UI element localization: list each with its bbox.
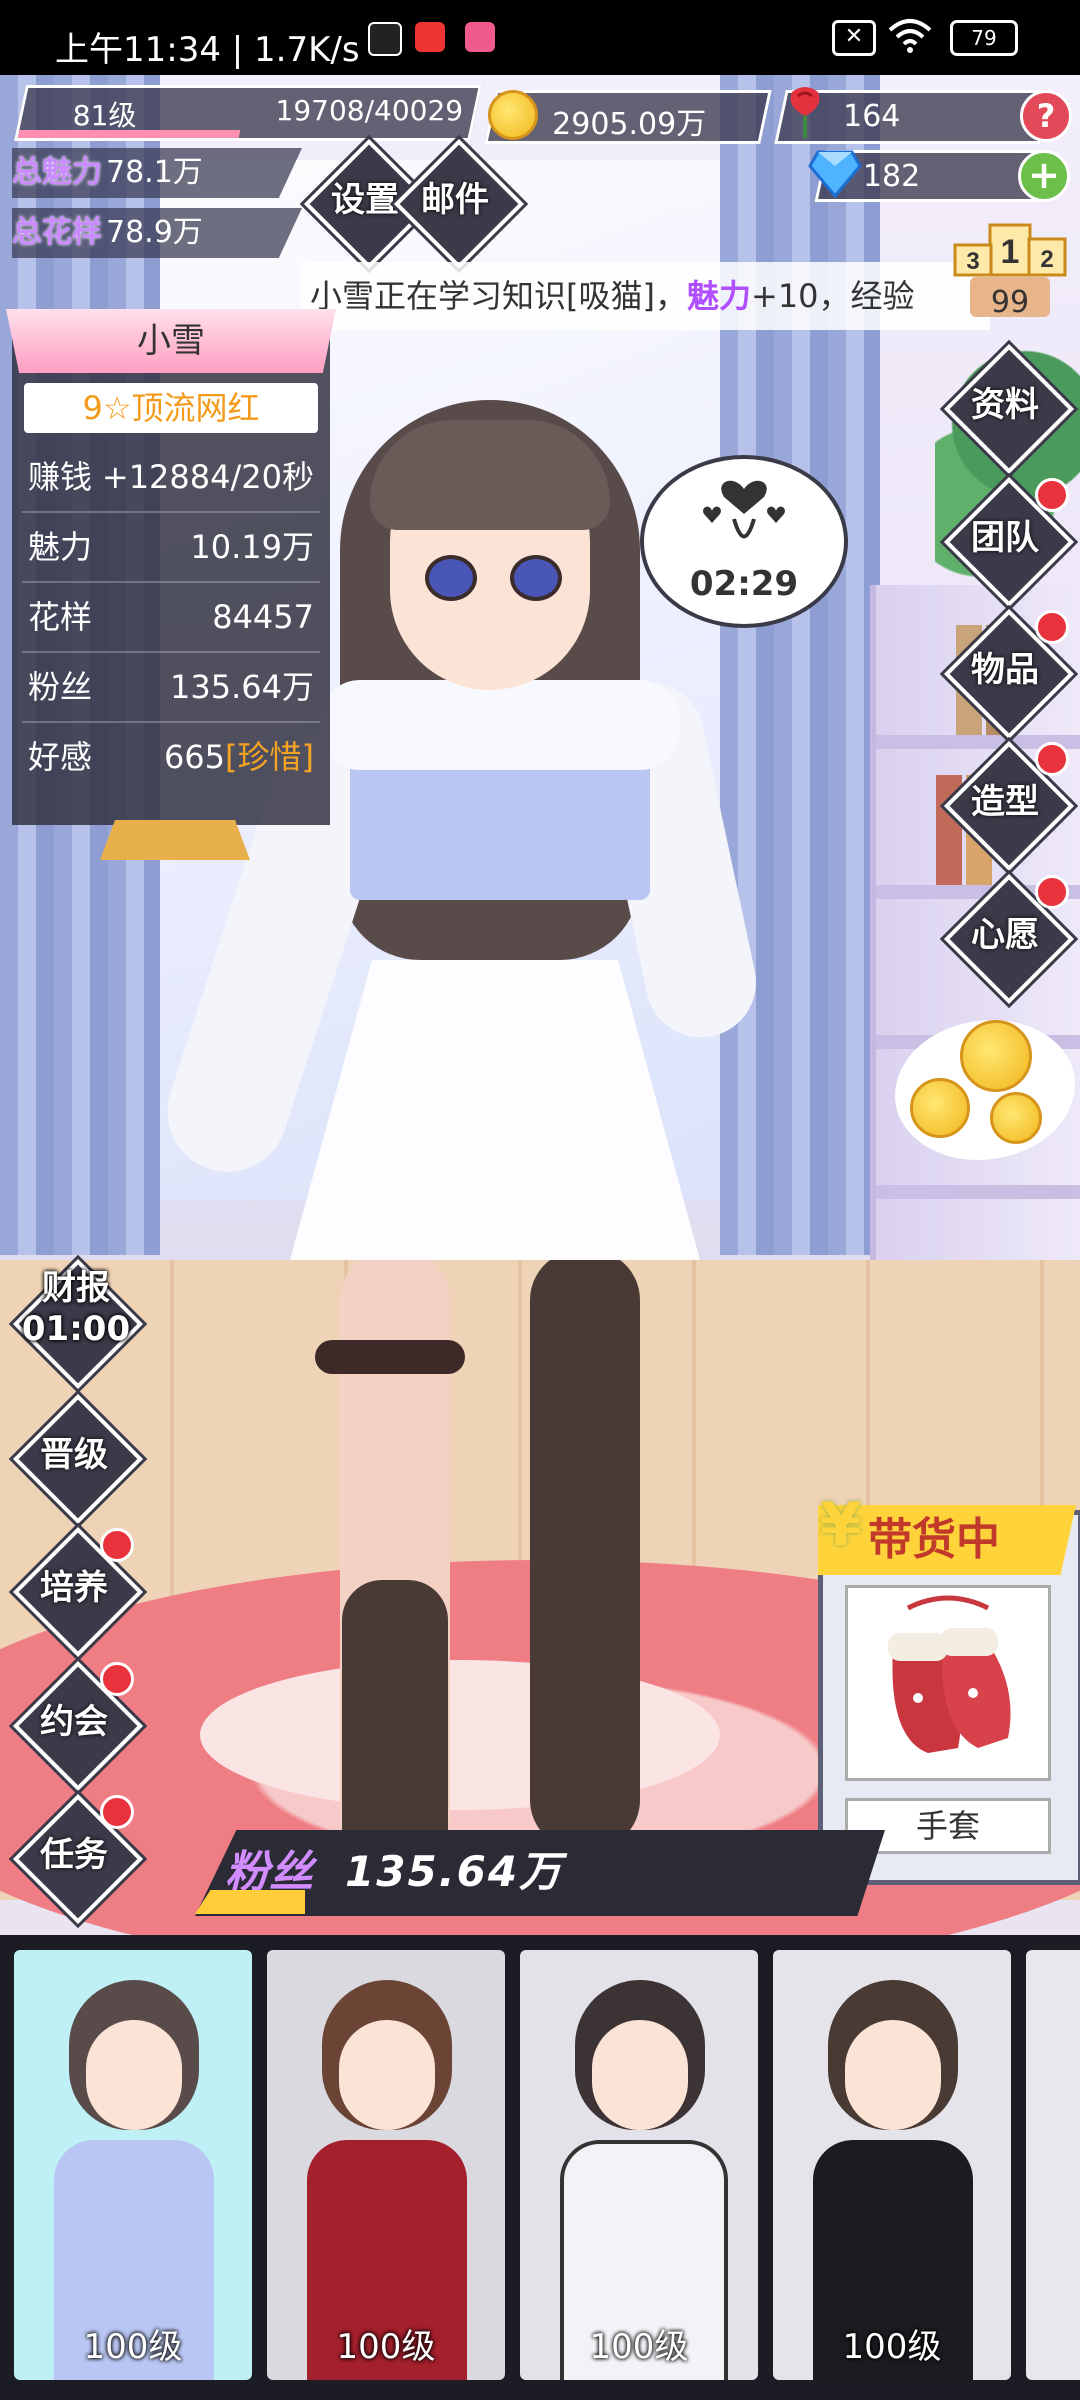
total-pattern-label: 总花样 bbox=[12, 215, 102, 250]
coin-icon bbox=[990, 1092, 1042, 1144]
promotion-button[interactable]: 晋级 bbox=[12, 1393, 144, 1525]
financial-report-timer: 01:00 bbox=[21, 1309, 131, 1349]
player-exp: 19708/40029 bbox=[275, 94, 464, 127]
styling-notification-dot bbox=[1035, 742, 1069, 776]
ticker-text-post: +10，经验 bbox=[751, 277, 915, 315]
rank-number: 99 bbox=[990, 285, 1030, 320]
add-diamond-button[interactable]: + bbox=[1018, 150, 1070, 202]
gold-coin-icon bbox=[488, 90, 538, 140]
character-card-4[interactable]: 100级 bbox=[773, 1950, 1011, 2380]
level-exp-bar: 81级 19708/40029 bbox=[14, 85, 482, 141]
character-eye-right bbox=[510, 555, 562, 601]
training-notification-dot bbox=[100, 1528, 134, 1562]
action-timer: 02:29 bbox=[689, 564, 799, 604]
character-leg-right bbox=[530, 1250, 640, 1850]
tasks-notification-dot bbox=[100, 1795, 134, 1829]
rose-icon bbox=[790, 87, 820, 138]
character-card-5-partial[interactable] bbox=[1026, 1950, 1080, 2380]
total-pattern-value: 78.9万 bbox=[106, 215, 203, 250]
wifi-icon bbox=[888, 19, 932, 53]
help-button[interactable]: ? bbox=[1020, 90, 1072, 142]
wish-notification-dot bbox=[1035, 875, 1069, 909]
total-pattern: 总花样 78.9万 bbox=[12, 208, 302, 258]
character-name: 小雪 bbox=[6, 309, 336, 373]
gold-value: 2905.09万 bbox=[552, 107, 707, 142]
yen-icon: ¥ bbox=[820, 1490, 862, 1560]
heart-hand-icon bbox=[703, 480, 785, 539]
fans-value: 135.64万 bbox=[345, 1847, 564, 1896]
card-level: 100级 bbox=[589, 2327, 689, 2367]
character-card-3[interactable]: 100级 bbox=[520, 1950, 758, 2380]
financial-report-label: 财报 01:00 bbox=[6, 1260, 146, 1349]
character-bangs bbox=[370, 420, 610, 530]
mail-button[interactable]: 邮件 bbox=[393, 138, 525, 270]
team-notification-dot bbox=[1035, 478, 1069, 512]
action-timer-bubble[interactable]: 02:29 bbox=[640, 455, 848, 628]
character-ruffle bbox=[320, 680, 680, 770]
svg-text:1: 1 bbox=[1001, 233, 1020, 271]
total-charm-label: 总魅力 bbox=[12, 155, 102, 190]
ticker-text-pre: 小雪正在学习知识[吸猫]， bbox=[310, 277, 687, 315]
rose-value: 164 bbox=[843, 99, 901, 134]
character-title: 9☆顶流网红 bbox=[24, 383, 318, 433]
coin-icon bbox=[910, 1078, 970, 1138]
date-notification-dot bbox=[100, 1662, 134, 1696]
total-charm: 总魅力 78.1万 bbox=[12, 148, 302, 198]
stat-row-fans: 粉丝 135.64万 bbox=[22, 653, 320, 723]
affinity-value: 665 bbox=[163, 738, 226, 776]
character-card-2[interactable]: 100级 bbox=[267, 1950, 505, 2380]
character-skirt bbox=[290, 960, 700, 1260]
status-bar: 上午11:34 | 1.7K/s ✕ 79 bbox=[0, 0, 1080, 75]
profile-button[interactable]: 资料 bbox=[943, 343, 1075, 475]
affinity-tag: 珍惜 bbox=[237, 738, 302, 776]
total-charm-value: 78.1万 bbox=[106, 155, 203, 190]
svg-text:3: 3 bbox=[966, 248, 979, 275]
card-level: 100级 bbox=[842, 2327, 942, 2367]
character-card-1[interactable]: 100级 bbox=[14, 1950, 252, 2380]
stat-row-charm: 魅力 10.19万 bbox=[22, 513, 320, 583]
activity-ticker: 小雪正在学习知识[吸猫]，魅力+10，经验 bbox=[300, 262, 990, 330]
items-notification-dot bbox=[1035, 610, 1069, 644]
bilibili-icon bbox=[465, 22, 495, 52]
svg-text:2: 2 bbox=[1040, 246, 1053, 273]
player-level: 81级 bbox=[72, 99, 137, 132]
character-info-card: 小雪 9☆顶流网红 赚钱 +12884/20秒 魅力 10.19万 花样 844… bbox=[6, 309, 336, 825]
ticker-highlight: 魅力 bbox=[686, 277, 751, 315]
diamond-icon bbox=[808, 150, 862, 198]
character-eye-left bbox=[425, 555, 477, 601]
card-level: 100级 bbox=[336, 2327, 436, 2367]
no-sim-icon: ✕ bbox=[832, 20, 876, 56]
tiktok-icon bbox=[368, 22, 402, 56]
coin-icon bbox=[960, 1020, 1032, 1092]
mail-label: 邮件 bbox=[421, 180, 489, 220]
battery-icon: 79 bbox=[950, 20, 1018, 56]
character-garter bbox=[315, 1340, 465, 1374]
stat-row-pattern: 花样 84457 bbox=[22, 583, 320, 653]
card-level: 100级 bbox=[83, 2327, 183, 2367]
card-collapse-handle[interactable] bbox=[100, 820, 250, 860]
app-notification-icon bbox=[415, 22, 445, 52]
diamond-value: 182 bbox=[862, 159, 921, 194]
mitten-icon bbox=[888, 1595, 1011, 1753]
selling-item-image bbox=[845, 1585, 1051, 1781]
fans-progress-fill bbox=[195, 1890, 305, 1914]
status-time: 上午11:34 | 1.7K/s bbox=[55, 30, 360, 70]
stat-row-earnings: 赚钱 +12884/20秒 bbox=[22, 443, 320, 513]
stat-row-affinity: 好感 665[珍惜] bbox=[28, 738, 314, 776]
